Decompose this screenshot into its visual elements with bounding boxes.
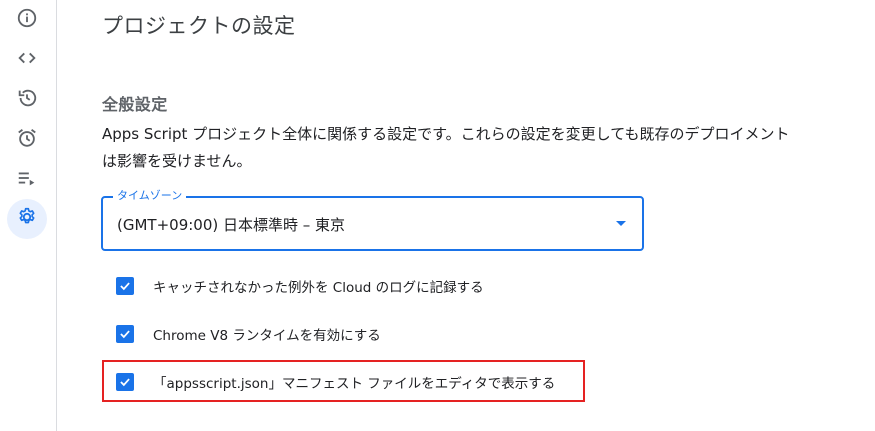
info-icon	[16, 7, 38, 33]
section-description: Apps Script プロジェクト全体に関係する設定です。これらの設定を変更し…	[102, 125, 790, 170]
sidebar	[0, 0, 57, 431]
option-log-uncaught-exceptions[interactable]: キャッチされなかった例外を Cloud のログに記録する	[116, 275, 484, 297]
sidebar-item-settings[interactable]	[7, 199, 47, 239]
highlight-box	[102, 360, 585, 402]
sidebar-item-queue[interactable]	[7, 160, 47, 200]
gear-icon	[16, 206, 38, 232]
checkbox-checked-icon[interactable]	[116, 325, 134, 343]
sidebar-item-triggers[interactable]	[7, 120, 47, 160]
sidebar-item-executions[interactable]	[7, 80, 47, 120]
history-icon	[16, 87, 38, 113]
page-title: プロジェクトの設定	[102, 14, 296, 38]
sidebar-item-overview[interactable]	[7, 0, 47, 40]
option-label: Chrome V8 ランタイムを有効にする	[153, 328, 381, 344]
dropdown-arrow-icon	[616, 221, 626, 226]
alarm-icon	[16, 127, 38, 153]
checkbox-checked-icon[interactable]	[116, 277, 134, 295]
sidebar-item-editor[interactable]	[7, 40, 47, 80]
playlist-icon	[16, 167, 38, 193]
timezone-label: タイムゾーン	[113, 189, 187, 203]
timezone-select[interactable]: タイムゾーン (GMT+09:00) 日本標準時 – 東京	[101, 189, 644, 251]
timezone-value: (GMT+09:00) 日本標準時 – 東京	[117, 216, 346, 234]
section-title-general: 全般設定	[102, 95, 168, 114]
code-icon	[16, 47, 38, 73]
option-label: キャッチされなかった例外を Cloud のログに記録する	[153, 280, 484, 296]
option-enable-v8-runtime[interactable]: Chrome V8 ランタイムを有効にする	[116, 323, 381, 345]
